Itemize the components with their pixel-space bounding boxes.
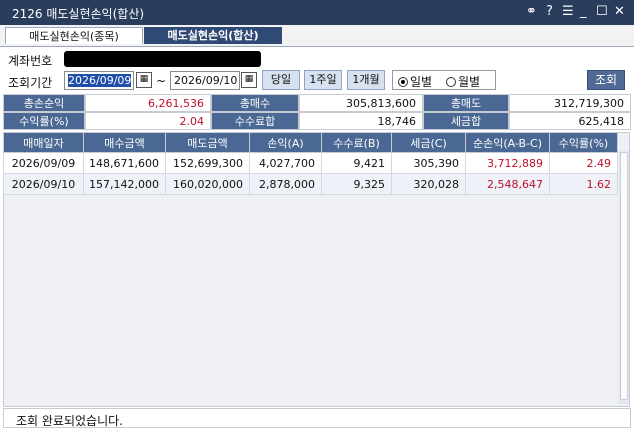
cell-sell-amount: 160,020,000: [165, 173, 250, 195]
tab-bar: 매도실현손익(종목) 매도실현손익(합산): [0, 25, 634, 47]
col-header-pnl[interactable]: 손익(A): [249, 132, 322, 153]
cell-net-pnl: 2,548,647: [465, 173, 550, 195]
link-icon[interactable]: ⚭: [526, 4, 537, 19]
total-sell-label: 총매도: [423, 94, 509, 112]
table-row[interactable]: 2026/09/10 157,142,000 160,020,000 2,878…: [3, 173, 618, 195]
col-header-net-pnl[interactable]: 순손익(A-B-C): [465, 132, 550, 153]
return-value: 2.04: [85, 112, 211, 130]
cell-sell-amount: 152,699,300: [165, 152, 250, 174]
cell-trade-date: 2026/09/09: [3, 152, 84, 174]
cell-trade-date: 2026/09/10: [3, 173, 84, 195]
date-separator: ~: [156, 74, 167, 88]
cell-return: 2.49: [549, 152, 618, 174]
minimize-icon[interactable]: _: [580, 4, 587, 19]
month-button[interactable]: 1개월: [347, 70, 385, 90]
cell-buy-amount: 157,142,000: [83, 173, 166, 195]
total-buy-value: 305,813,600: [299, 94, 423, 112]
fee-value: 18,746: [299, 112, 423, 130]
scrollbar-thumb[interactable]: [620, 152, 628, 400]
calendar-icon[interactable]: ▦: [241, 72, 257, 88]
total-sell-value: 312,719,300: [509, 94, 631, 112]
cell-tax: 320,028: [391, 173, 466, 195]
tab-by-stock[interactable]: 매도실현손익(종목): [5, 27, 143, 44]
cell-pnl: 4,027,700: [249, 152, 322, 174]
to-date-input[interactable]: 2026/09/10: [170, 71, 240, 90]
today-button[interactable]: 당일: [262, 70, 300, 90]
col-header-sell-amount[interactable]: 매도금액: [165, 132, 250, 153]
status-message: 조회 완료되었습니다.: [16, 414, 123, 428]
cell-tax: 305,390: [391, 152, 466, 174]
total-buy-label: 총매수: [211, 94, 299, 112]
close-icon[interactable]: ✕: [614, 4, 625, 19]
week-button[interactable]: 1주일: [304, 70, 342, 90]
cell-return: 1.62: [549, 173, 618, 195]
account-label: 계좌번호: [8, 54, 53, 68]
tab-combined[interactable]: 매도실현손익(합산): [144, 27, 282, 44]
cell-pnl: 2,878,000: [249, 173, 322, 195]
col-header-trade-date[interactable]: 매매일자: [3, 132, 84, 153]
calendar-icon[interactable]: ▦: [136, 72, 152, 88]
menu-icon[interactable]: ☰: [562, 4, 574, 19]
cell-fee: 9,421: [321, 152, 392, 174]
help-icon[interactable]: ?: [546, 4, 553, 19]
window-title: 2126 매도실현손익(합산): [12, 7, 145, 21]
table-row[interactable]: 2026/09/09 148,671,600 152,699,300 4,027…: [3, 152, 618, 174]
from-date-input[interactable]: 2026/09/09: [64, 71, 134, 90]
query-button[interactable]: 조회: [587, 70, 625, 90]
total-pnl-label: 총손순익: [3, 94, 85, 112]
col-header-tax[interactable]: 세금(C): [391, 132, 466, 153]
daily-radio[interactable]: 일별: [398, 73, 432, 90]
results-table: 매매일자 매수금액 매도금액 손익(A) 수수료(B) 세금(C) 순손익(A-…: [3, 132, 618, 195]
tax-value: 625,418: [509, 112, 631, 130]
period-row: 조회기간 2026/09/09 ▦ ~ 2026/09/10 ▦ 당일 1주일 …: [0, 70, 634, 92]
radio-selected-icon: [398, 77, 408, 87]
total-pnl-value: 6,261,536: [85, 94, 211, 112]
fee-label: 수수료합: [211, 112, 299, 130]
col-header-fee[interactable]: 수수료(B): [321, 132, 392, 153]
period-label: 조회기간: [8, 76, 53, 90]
col-header-buy-amount[interactable]: 매수금액: [83, 132, 166, 153]
cell-buy-amount: 148,671,600: [83, 152, 166, 174]
status-bar: 조회 완료되었습니다.: [3, 408, 631, 428]
tax-label: 세금합: [423, 112, 509, 130]
cell-fee: 9,325: [321, 173, 392, 195]
maximize-icon[interactable]: ☐: [596, 4, 608, 19]
return-label: 수익률(%): [3, 112, 85, 130]
account-number-field[interactable]: [64, 51, 261, 67]
cell-net-pnl: 3,712,889: [465, 152, 550, 174]
monthly-radio[interactable]: 월별: [446, 73, 480, 90]
table-header-row: 매매일자 매수금액 매도금액 손익(A) 수수료(B) 세금(C) 순손익(A-…: [3, 132, 618, 153]
account-row: 계좌번호: [0, 48, 634, 70]
radio-empty-icon: [446, 77, 456, 87]
col-header-return[interactable]: 수익률(%): [549, 132, 618, 153]
title-bar: 2126 매도실현손익(합산) ⚭ ? ☰ _ ☐ ✕: [0, 0, 634, 25]
